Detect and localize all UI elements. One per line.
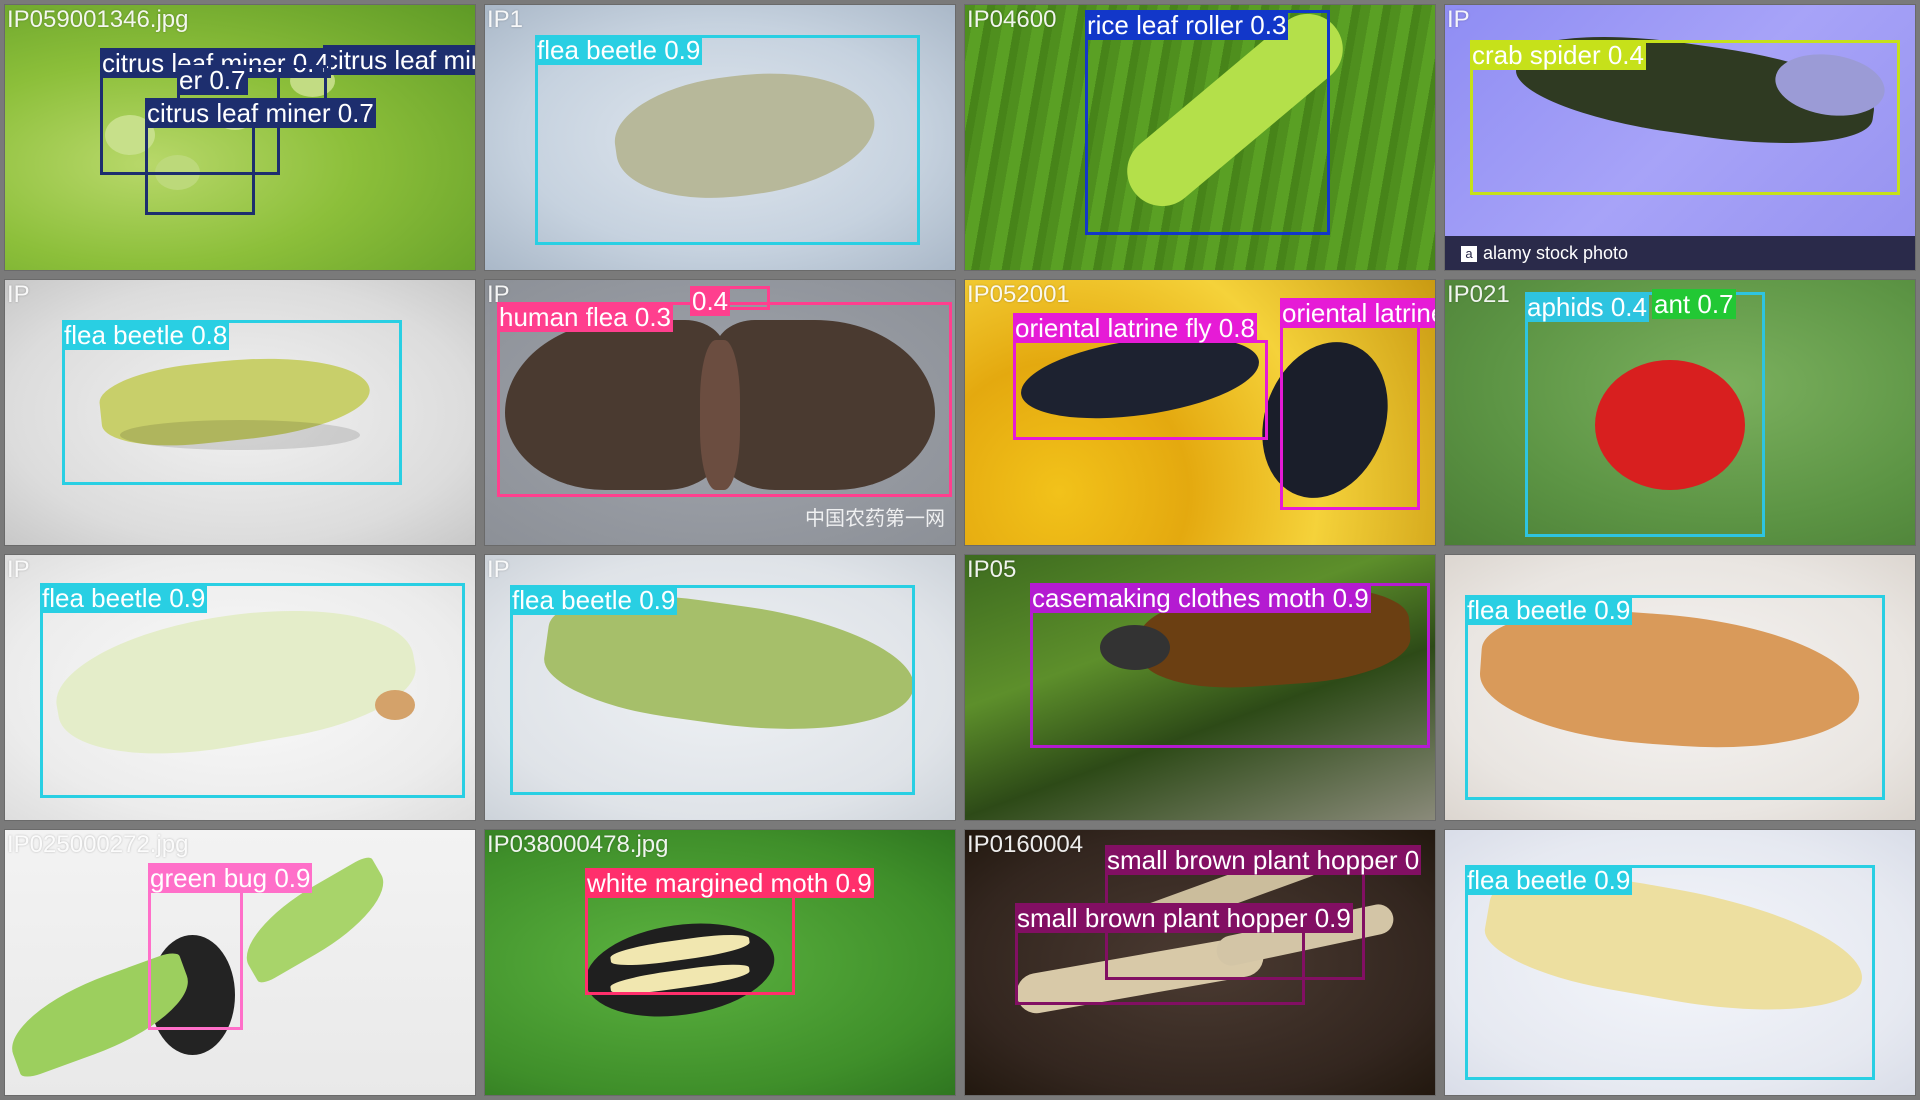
detection-label: crab spider 0.4 <box>1470 40 1646 70</box>
detection-box: small brown plant hopper 0.9 <box>1015 903 1353 1005</box>
image-filename: IP0160004 <box>967 831 1084 858</box>
image-tile: IP0160004 small brown plant hopper 0 small… <box>964 829 1436 1096</box>
detection-box: flea beetle 0.8 <box>62 320 402 485</box>
image-tile: IP1 flea beetle 0.9 <box>484 4 956 271</box>
detection-label: oriental latrine fly 0.8 <box>1013 313 1257 343</box>
stock-photo-text: alamy stock photo <box>1483 243 1629 263</box>
image-filename: IP1 <box>487 6 524 33</box>
image-filename: IP052001 <box>967 281 1070 308</box>
detection-box: oriental latrine fly 0.8 <box>1013 313 1268 440</box>
alamy-logo-icon: a <box>1461 246 1477 263</box>
image-tile: flea beetle 0.9 <box>1444 829 1916 1096</box>
detection-box: casemaking clothes moth 0.9 <box>1030 583 1430 748</box>
detection-box: flea beetle 0.9 <box>510 585 915 795</box>
detection-label: human flea 0.3 <box>497 302 674 332</box>
detection-box: rice leaf roller 0.3 <box>1085 10 1330 235</box>
detection-box: aphids 0.4 <box>1525 292 1765 537</box>
detection-label: white margined moth 0.9 <box>585 868 874 898</box>
detection-label: ant 0.7 <box>1652 289 1736 319</box>
detection-label: flea beetle 0.9 <box>535 35 703 65</box>
detection-label: flea beetle 0.9 <box>510 585 678 615</box>
image-filename: IP <box>487 556 510 583</box>
detection-label: casemaking clothes moth 0.9 <box>1030 583 1371 613</box>
image-filename: IP <box>1447 6 1470 33</box>
image-tile: IP flea beetle 0.8 <box>4 279 476 546</box>
detection-label: citrus leaf miner 0.6 <box>323 45 475 75</box>
detection-box: ant 0.7 <box>1652 289 1736 319</box>
detection-box: 0.4 <box>690 286 770 316</box>
image-tile: IP flea beetle 0.9 <box>4 554 476 821</box>
image-tile: a alamy stock photo IP crab spider 0.4 <box>1444 4 1916 271</box>
detection-label: flea beetle 0.9 <box>40 583 208 613</box>
detection-label: flea beetle 0.9 <box>1465 865 1633 895</box>
detection-box: oriental latrine fly 0.7 <box>1280 298 1435 510</box>
detection-box: green bug 0.9 <box>148 863 313 1030</box>
detection-label: flea beetle 0.9 <box>1465 595 1633 625</box>
detection-box: flea beetle 0.9 <box>40 583 465 798</box>
detection-label: rice leaf roller 0.3 <box>1085 10 1289 40</box>
image-filename: IP059001346.jpg <box>7 6 189 33</box>
detection-label: flea beetle 0.8 <box>62 320 230 350</box>
image-tile: IP05 casemaking clothes moth 0.9 <box>964 554 1436 821</box>
image-filename: IP038000478.jpg <box>487 831 669 858</box>
detection-label: small brown plant hopper 0 <box>1105 845 1422 875</box>
image-tile: IP025000272.jpg green bug 0.9 <box>4 829 476 1096</box>
image-tile: IP021 aphids 0.4 ant 0.7 <box>1444 279 1916 546</box>
detection-grid: IP059001346.jpg citrus leaf miner 0.6 citr… <box>0 0 1920 1100</box>
detection-box: flea beetle 0.9 <box>1465 595 1885 800</box>
image-tile: flea beetle 0.9 <box>1444 554 1916 821</box>
detection-label: er 0.7 <box>177 65 248 95</box>
image-tile: IP flea beetle 0.9 <box>484 554 956 821</box>
image-filename: IP <box>7 556 30 583</box>
detection-box: white margined moth 0.9 <box>585 868 874 995</box>
detection-box: flea beetle 0.9 <box>1465 865 1875 1080</box>
detection-label: 0.4 <box>690 286 731 316</box>
detection-box: citrus leaf miner 0.6 <box>323 45 475 75</box>
image-tile: 中国农药第一网 IP human flea 0.3 0.4 <box>484 279 956 546</box>
detection-box: citrus leaf miner 0.7 <box>145 98 376 215</box>
image-filename: IP05 <box>967 556 1017 583</box>
detection-label: aphids 0.4 <box>1525 292 1649 322</box>
detection-label: oriental latrine fly 0.7 <box>1280 298 1435 328</box>
stock-photo-bar: a alamy stock photo <box>1445 236 1915 270</box>
image-tile: IP04600 rice leaf roller 0.3 <box>964 4 1436 271</box>
image-tile: IP052001 oriental latrine fly 0.8 oriental… <box>964 279 1436 546</box>
watermark-text: 中国农药第一网 <box>805 508 945 530</box>
detection-box: crab spider 0.4 <box>1470 40 1900 195</box>
image-filename: IP025000272.jpg <box>7 831 189 858</box>
detection-label: citrus leaf miner 0.7 <box>145 98 376 128</box>
detection-label: small brown plant hopper 0.9 <box>1015 903 1353 933</box>
image-tile: IP059001346.jpg citrus leaf miner 0.6 citr… <box>4 4 476 271</box>
image-filename: IP04600 <box>967 6 1057 33</box>
detection-label: green bug 0.9 <box>148 863 313 893</box>
image-tile: IP038000478.jpg white margined moth 0.9 <box>484 829 956 1096</box>
detection-box: flea beetle 0.9 <box>535 35 920 245</box>
detection-box: human flea 0.3 <box>497 302 952 497</box>
image-filename: IP <box>7 281 30 308</box>
image-filename: IP021 <box>1447 281 1510 308</box>
